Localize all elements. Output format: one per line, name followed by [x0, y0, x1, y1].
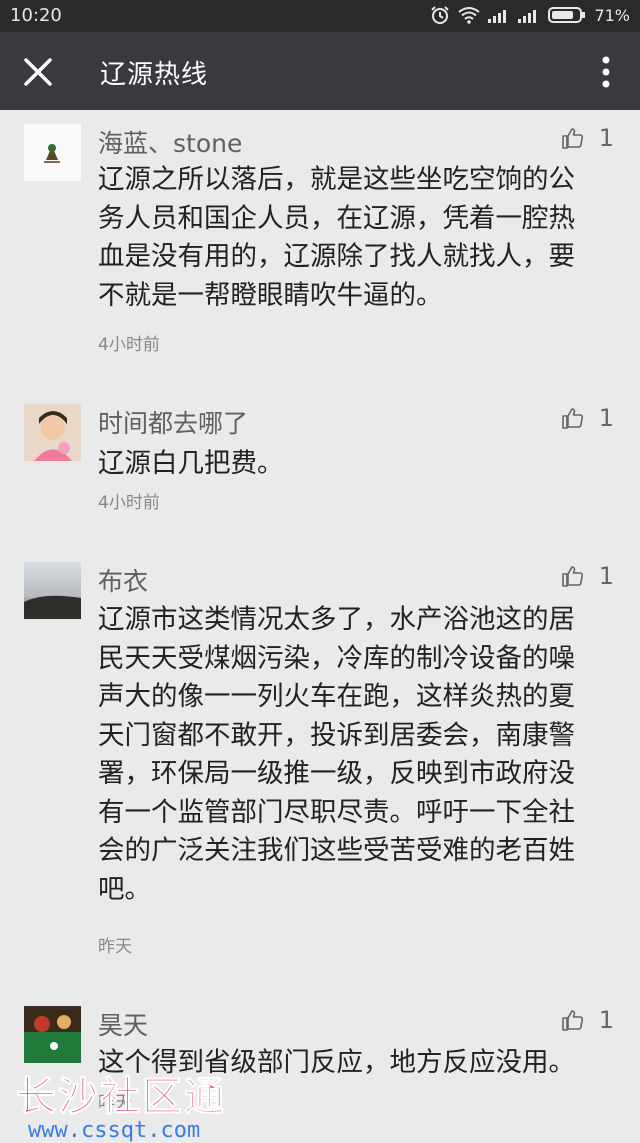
comment-line: 声大的像一一列火车在跑，这样炎热的夏 — [98, 681, 575, 712]
like-button[interactable]: 1 — [561, 1006, 614, 1034]
comment-author[interactable]: 昊天 — [98, 1006, 148, 1042]
comment-line: 署，环保局一级推一级，反映到市政府没 — [98, 758, 575, 789]
watermark-title: 长沙社区通 — [16, 1074, 226, 1121]
comment-line: 务人员和国企人员，在辽源，凭着一腔热 — [98, 202, 575, 234]
close-icon — [24, 58, 52, 86]
avatar[interactable] — [24, 562, 81, 619]
nav-bar: 辽源热线 — [0, 32, 640, 110]
thumbs-up-icon — [561, 1010, 583, 1031]
status-bar: 10:20 71% — [0, 0, 640, 32]
comment-line: 天门窗都不敢开，投诉到居委会，南康警 — [98, 719, 575, 751]
comment-author[interactable]: 布衣 — [98, 562, 148, 598]
more-button[interactable] — [596, 52, 616, 92]
thumbs-up-icon — [561, 566, 583, 587]
page-title: 辽源热线 — [100, 60, 209, 90]
comment-line: 不就是一帮瞪眼睛吹牛逼的。 — [98, 279, 443, 311]
comment-time: 昨天 — [98, 937, 132, 957]
avatar[interactable] — [24, 124, 81, 181]
comment-line: 血是没有用的，辽源除了找人就找人，要 — [98, 241, 575, 272]
battery-icon — [548, 6, 586, 24]
comment-author[interactable]: 海蓝、stone — [98, 124, 242, 160]
avatar[interactable] — [24, 1006, 81, 1063]
wifi-icon — [458, 6, 481, 24]
alarm-icon — [430, 5, 450, 25]
comment-text: 辽源之所以落后，就是这些坐吃空饷的公 务人员和国企人员，在辽源，凭着一腔热 血是… — [98, 161, 608, 315]
thumbs-up-icon — [561, 408, 583, 429]
comment-line: 辽源市这类情况太多了，水产浴池这的居 — [98, 604, 575, 635]
like-count: 1 — [598, 1006, 614, 1034]
avatar[interactable] — [24, 404, 81, 461]
comment-line: 有一个监管部门尽职尽责。呼吁一下全社 — [98, 796, 575, 828]
comment-time: 4小时前 — [98, 493, 160, 513]
more-vertical-icon — [602, 56, 610, 88]
like-count: 1 — [598, 562, 614, 590]
comment-line: 辽源之所以落后，就是这些坐吃空饷的公 — [98, 164, 575, 195]
signal-icon-2 — [518, 7, 540, 23]
status-icons: 71% — [430, 5, 630, 25]
comment-time: 4小时前 — [98, 335, 160, 355]
like-button[interactable]: 1 — [561, 124, 614, 152]
comment-text: 辽源白几把费。 — [98, 445, 608, 484]
signal-icon — [488, 7, 510, 23]
like-count: 1 — [598, 404, 614, 432]
close-button[interactable] — [18, 52, 58, 92]
status-time: 10:20 — [10, 5, 62, 26]
comment-line: 民天天受煤烟污染，冷库的制冷设备的噪 — [98, 642, 575, 674]
battery-percent: 71% — [594, 5, 630, 25]
site-watermark: 长沙社区通 www.cssqt.com — [16, 1064, 226, 1143]
watermark-url: www.cssqt.com — [28, 1118, 201, 1143]
comment-text: 辽源市这类情况太多了，水产浴池这的居 民天天受煤烟污染，冷库的制冷设备的噪 声大… — [98, 601, 608, 909]
like-button[interactable]: 1 — [561, 562, 614, 590]
comment-author[interactable]: 时间都去哪了 — [98, 404, 248, 440]
comment-line: 吧。 — [98, 873, 151, 905]
comment-line: 会的广泛关注我们这些受苦受难的老百姓 — [98, 835, 575, 866]
thumbs-up-icon — [561, 128, 583, 149]
like-count: 1 — [598, 124, 614, 152]
like-button[interactable]: 1 — [561, 404, 614, 432]
comment-line: 辽源白几把费。 — [98, 448, 284, 479]
